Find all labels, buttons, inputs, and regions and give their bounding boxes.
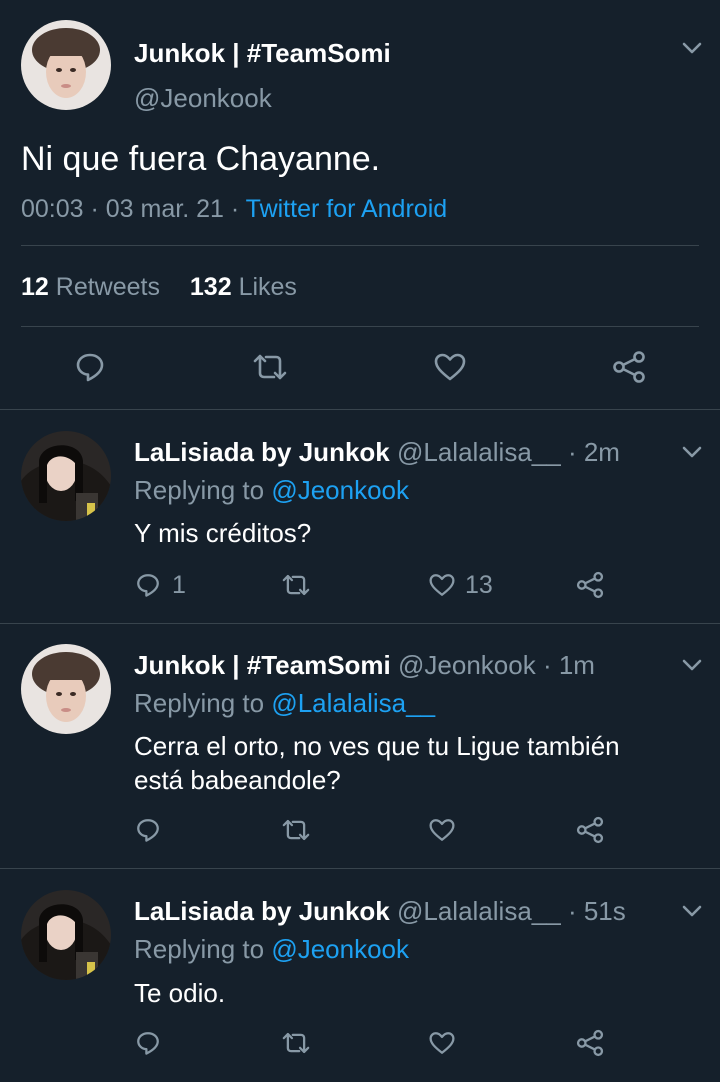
retweet-icon[interactable]: [252, 351, 288, 383]
avatar[interactable]: [21, 644, 111, 734]
like-count: 13: [465, 571, 493, 599]
timestamp: · 2m: [567, 437, 620, 467]
avatar[interactable]: [21, 890, 111, 980]
retweet-icon[interactable]: [281, 572, 311, 598]
retweet-icon[interactable]: [281, 817, 311, 843]
likes-stat[interactable]: 132 Likes: [190, 273, 297, 301]
handle[interactable]: @Jeonkook: [398, 650, 536, 680]
reply-count: 1: [172, 571, 186, 599]
tweet-text: Ni que fuera Chayanne.: [21, 140, 381, 178]
divider: [0, 623, 720, 624]
divider: [0, 409, 720, 410]
share-icon[interactable]: [576, 816, 604, 844]
tweet-time: 00:03 · 03 mar. 21 ·: [21, 195, 246, 223]
replying-to: Replying to @Lalalalisa__: [134, 688, 436, 718]
chevron-down-icon[interactable]: [680, 653, 704, 677]
reply-header: LaLisiada by Junkok @Lalalalisa__ · 2m: [134, 437, 620, 468]
reply-icon[interactable]: [135, 817, 161, 843]
reply-icon[interactable]: [74, 351, 106, 383]
display-name[interactable]: Junkok | #TeamSomi: [134, 650, 391, 680]
like-icon[interactable]: [428, 572, 456, 598]
reply-text: Te odio.: [134, 978, 226, 1008]
chevron-down-icon[interactable]: [680, 440, 704, 464]
handle[interactable]: @Jeonkook: [134, 83, 272, 114]
retweets-stat[interactable]: 12 Retweets: [21, 273, 160, 301]
retweet-icon[interactable]: [281, 1030, 311, 1056]
replying-to: Replying to @Jeonkook: [134, 475, 410, 505]
like-icon[interactable]: [428, 1030, 456, 1056]
tweet-meta: 00:03 · 03 mar. 21 · Twitter for Android: [21, 195, 447, 224]
like-icon[interactable]: [433, 351, 467, 383]
reply-icon[interactable]: [135, 572, 161, 598]
avatar[interactable]: [21, 20, 111, 110]
share-icon[interactable]: [576, 571, 604, 599]
chevron-down-icon[interactable]: [680, 36, 704, 60]
reply-icon[interactable]: [135, 1030, 161, 1056]
tweet-source[interactable]: Twitter for Android: [246, 195, 447, 223]
timestamp: · 1m: [542, 650, 595, 680]
engagement-stats: 12 Retweets 132 Likes: [21, 273, 297, 302]
mention-link[interactable]: @Lalalalisa__: [271, 688, 435, 718]
chevron-down-icon[interactable]: [680, 899, 704, 923]
divider: [21, 326, 699, 327]
mention-link[interactable]: @Jeonkook: [271, 475, 409, 505]
mention-link[interactable]: @Jeonkook: [271, 934, 409, 964]
share-icon[interactable]: [576, 1029, 604, 1057]
share-icon[interactable]: [612, 350, 646, 384]
reply-header: LaLisiada by Junkok @Lalalalisa__ · 51s: [134, 896, 626, 927]
like-icon[interactable]: [428, 817, 456, 843]
handle[interactable]: @Lalalalisa__: [397, 896, 561, 926]
divider: [0, 868, 720, 869]
display-name[interactable]: Junkok | #TeamSomi: [134, 38, 391, 69]
timestamp: · 51s: [567, 896, 626, 926]
display-name[interactable]: LaLisiada by Junkok: [134, 437, 390, 467]
divider: [21, 245, 699, 246]
reply-text-line: Cerra el orto, no ves que tu Ligue tambi…: [134, 731, 620, 761]
reply-text: Y mis créditos?: [134, 518, 312, 548]
replying-to: Replying to @Jeonkook: [134, 934, 410, 964]
reply-header: Junkok | #TeamSomi @Jeonkook · 1m: [134, 650, 595, 681]
handle[interactable]: @Lalalalisa__: [397, 437, 561, 467]
reply-text-line: está babeandole?: [134, 765, 341, 795]
display-name[interactable]: LaLisiada by Junkok: [134, 896, 390, 926]
avatar[interactable]: [21, 431, 111, 521]
